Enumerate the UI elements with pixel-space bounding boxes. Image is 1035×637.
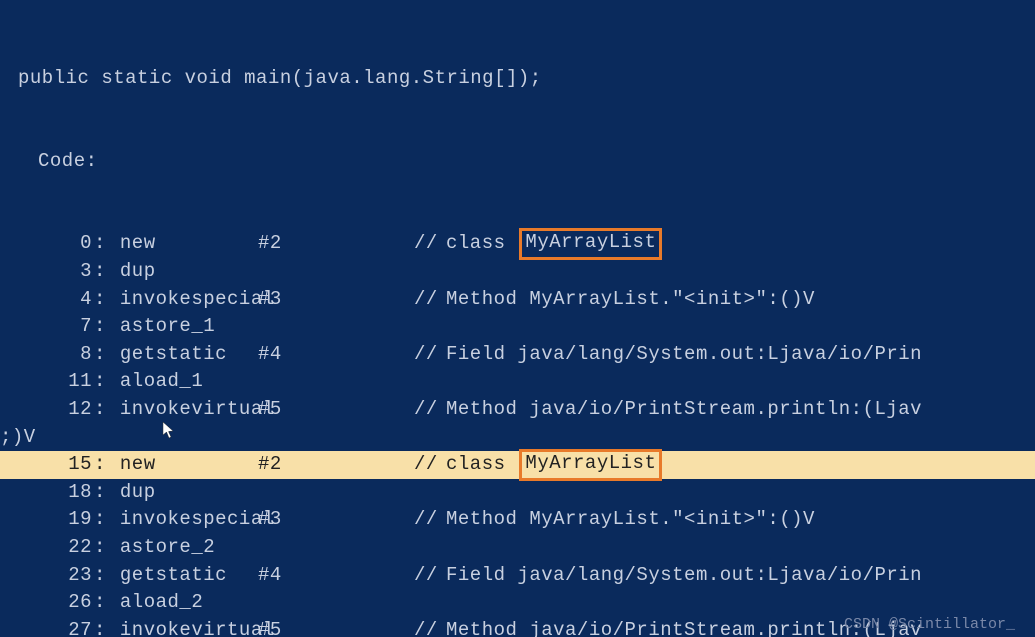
opcode: dup — [108, 258, 258, 286]
colon: : — [94, 617, 108, 637]
bytecode-row: 22: astore_2 — [0, 534, 1035, 562]
offset: 11 — [0, 368, 94, 396]
comment-marker: // — [414, 451, 446, 479]
bytecode-row: 26: aload_2 — [0, 589, 1035, 617]
operand: #3 — [258, 286, 414, 314]
bytecode-row: 23: getstatic#4// Field java/lang/System… — [0, 562, 1035, 590]
bytecode-row: 15: new#2// class MyArrayList — [0, 451, 1035, 479]
operand: #3 — [258, 506, 414, 534]
colon: : — [94, 534, 108, 562]
bytecode-row: 12: invokevirtual#5// Method java/io/Pri… — [0, 396, 1035, 424]
offset: 4 — [0, 286, 94, 314]
operand: #4 — [258, 562, 414, 590]
offset: 3 — [0, 258, 94, 286]
comment: Method MyArrayList."<init>":()V — [446, 506, 815, 534]
offset: 27 — [0, 617, 94, 637]
opcode: invokespecial — [108, 506, 258, 534]
opcode: astore_2 — [108, 534, 258, 562]
bytecode-listing: public static void main(java.lang.String… — [0, 0, 1035, 637]
colon: : — [94, 451, 108, 479]
operand: #4 — [258, 341, 414, 369]
colon: : — [94, 589, 108, 617]
offset: 7 — [0, 313, 94, 341]
method-signature: public static void main(java.lang.String… — [0, 65, 1035, 93]
comment-marker: // — [414, 230, 446, 258]
colon: : — [94, 479, 108, 507]
colon: : — [94, 258, 108, 286]
offset: 15 — [0, 451, 94, 479]
opcode: getstatic — [108, 562, 258, 590]
offset: 8 — [0, 341, 94, 369]
comment-marker: // — [414, 617, 446, 637]
colon: : — [94, 230, 108, 258]
opcode: getstatic — [108, 341, 258, 369]
comment: Field java/lang/System.out:Ljava/io/Prin — [446, 562, 922, 590]
comment: class MyArrayList — [446, 228, 662, 260]
colon: : — [94, 396, 108, 424]
highlight-box: MyArrayList — [519, 228, 662, 260]
opcode: invokevirtual — [108, 617, 258, 637]
offset: 0 — [0, 230, 94, 258]
operand: #5 — [258, 617, 414, 637]
comment: Method java/io/PrintStream.println:(Ljav — [446, 396, 922, 424]
wrap-tail: ;)V — [0, 424, 36, 452]
colon: : — [94, 562, 108, 590]
colon: : — [94, 313, 108, 341]
comment-marker: // — [414, 341, 446, 369]
comment-marker: // — [414, 562, 446, 590]
opcode: aload_1 — [108, 368, 258, 396]
operand: #2 — [258, 451, 414, 479]
colon: : — [94, 368, 108, 396]
opcode: invokevirtual — [108, 396, 258, 424]
opcode: invokespecial — [108, 286, 258, 314]
comment: Field java/lang/System.out:Ljava/io/Prin — [446, 341, 922, 369]
colon: : — [94, 286, 108, 314]
offset: 23 — [0, 562, 94, 590]
opcode: aload_2 — [108, 589, 258, 617]
offset: 19 — [0, 506, 94, 534]
bytecode-row: 3: dup — [0, 258, 1035, 286]
opcode: new — [108, 230, 258, 258]
comment-prefix: class — [446, 230, 517, 258]
bytecode-row: 7: astore_1 — [0, 313, 1035, 341]
comment-marker: // — [414, 286, 446, 314]
bytecode-row: 18: dup — [0, 479, 1035, 507]
bytecode-row: 8: getstatic#4// Field java/lang/System.… — [0, 341, 1035, 369]
colon: : — [94, 341, 108, 369]
offset: 22 — [0, 534, 94, 562]
operand: #5 — [258, 396, 414, 424]
bytecode-row: 4: invokespecial#3// Method MyArrayList.… — [0, 286, 1035, 314]
bytecode-rows: 0: new#2// class MyArrayList3: dup4: inv… — [0, 230, 1035, 637]
highlight-box: MyArrayList — [519, 449, 662, 481]
offset: 26 — [0, 589, 94, 617]
comment-marker: // — [414, 506, 446, 534]
comment-marker: // — [414, 396, 446, 424]
comment: Method MyArrayList."<init>":()V — [446, 286, 815, 314]
comment-prefix: class — [446, 451, 517, 479]
opcode: new — [108, 451, 258, 479]
bytecode-row: 0: new#2// class MyArrayList — [0, 230, 1035, 258]
opcode: astore_1 — [108, 313, 258, 341]
bytecode-row: 11: aload_1 — [0, 368, 1035, 396]
operand: #2 — [258, 230, 414, 258]
colon: : — [94, 506, 108, 534]
code-label: Code: — [0, 148, 1035, 176]
offset: 18 — [0, 479, 94, 507]
offset: 12 — [0, 396, 94, 424]
watermark: CSDN @Scintillator_ — [844, 616, 1015, 633]
comment: class MyArrayList — [446, 449, 662, 481]
opcode: dup — [108, 479, 258, 507]
bytecode-row: 19: invokespecial#3// Method MyArrayList… — [0, 506, 1035, 534]
bytecode-wrap-line: ;)V — [0, 424, 1035, 452]
